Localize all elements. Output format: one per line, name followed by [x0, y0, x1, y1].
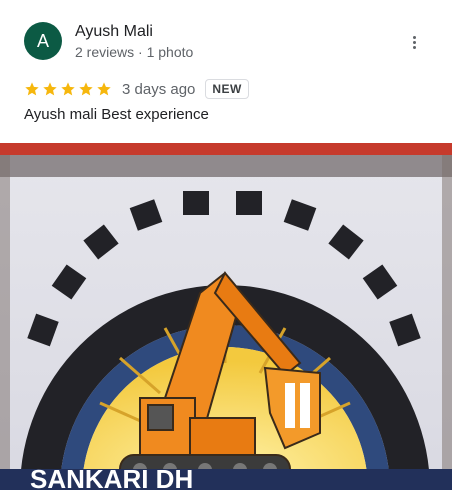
- excavator-logo-image: SANKARI DH: [0, 143, 452, 490]
- review-photo[interactable]: SANKARI DH: [0, 143, 452, 490]
- reviewer-meta: 2 reviews · 1 photo: [75, 44, 194, 60]
- avatar[interactable]: A: [24, 22, 62, 60]
- star-icon: [24, 81, 40, 97]
- more-vert-icon[interactable]: [405, 30, 423, 54]
- star-rating: [24, 81, 112, 97]
- star-icon: [78, 81, 94, 97]
- svg-text:SANKARI DH: SANKARI DH: [30, 464, 193, 490]
- review-age: 3 days ago: [122, 80, 196, 98]
- rating-row: 3 days ago NEW: [24, 77, 249, 101]
- new-badge: NEW: [205, 79, 249, 99]
- star-icon: [42, 81, 58, 97]
- star-icon: [60, 81, 76, 97]
- review-text: Ayush mali Best experience: [24, 106, 209, 123]
- reviewer-name[interactable]: Ayush Mali: [75, 23, 153, 41]
- review-card-header: A Ayush Mali 2 reviews · 1 photo 3 days …: [0, 0, 452, 143]
- star-icon: [96, 81, 112, 97]
